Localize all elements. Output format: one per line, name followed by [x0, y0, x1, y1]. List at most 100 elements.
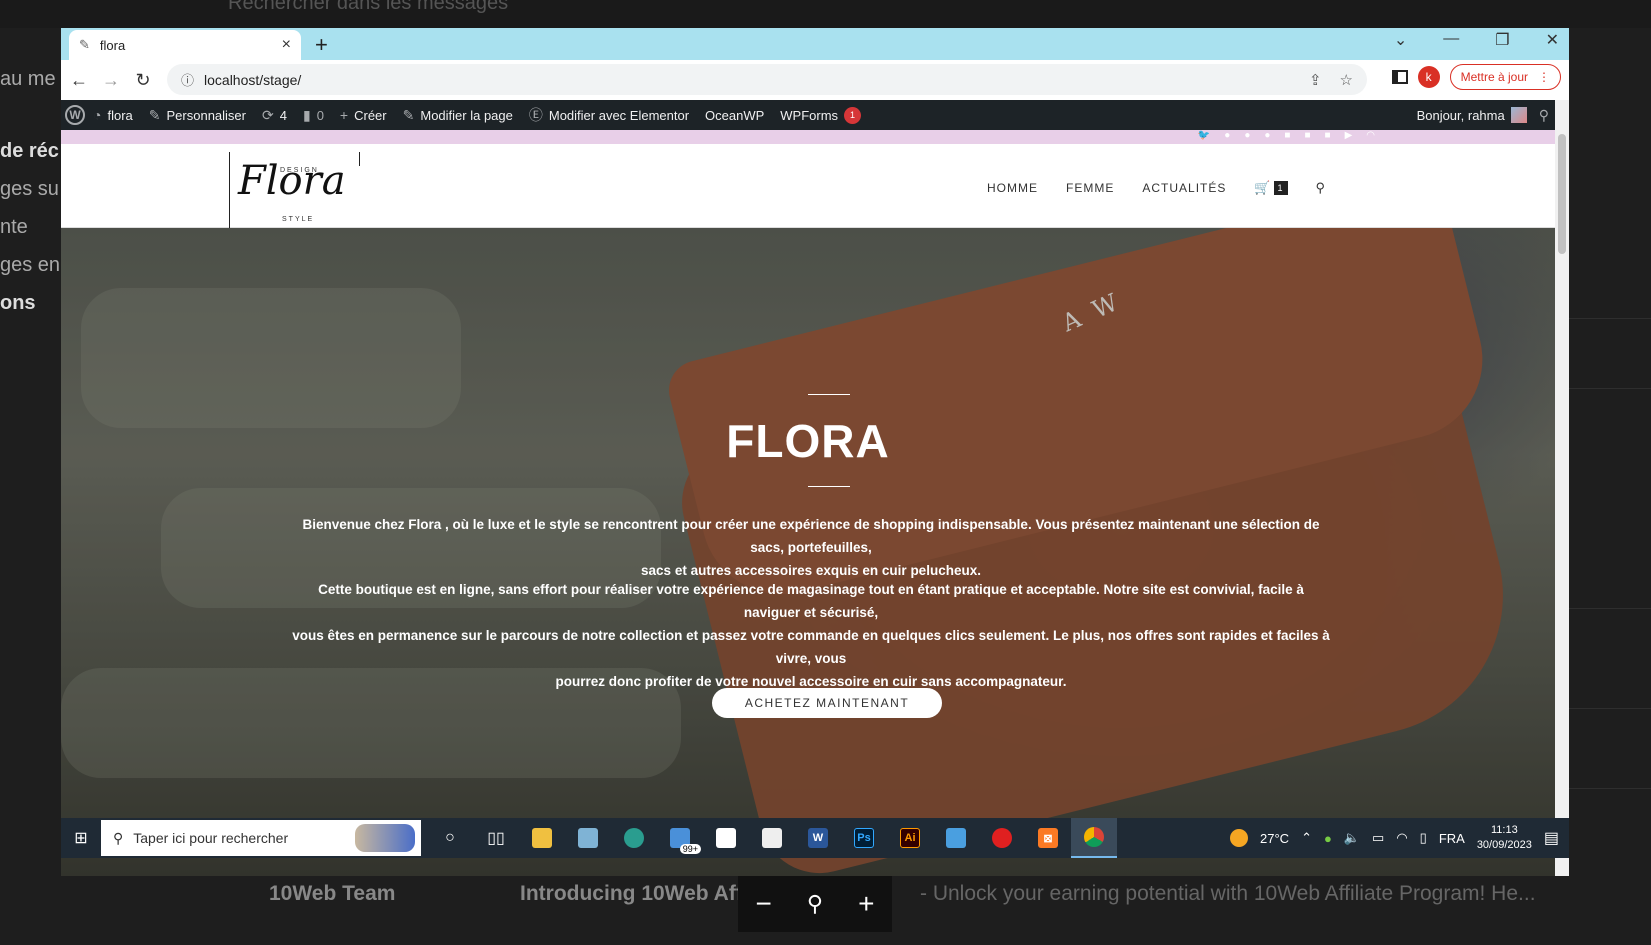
task-view-icon[interactable]: ▯▯: [473, 818, 519, 858]
page-scrollbar[interactable]: [1555, 100, 1569, 876]
site-top-bar: 🐦 ● ● ● ■ ■ ■ ▶ ◠: [61, 130, 1555, 144]
new-tab-icon[interactable]: +: [315, 32, 328, 58]
file-explorer-icon[interactable]: [519, 818, 565, 858]
language-indicator[interactable]: FRA: [1439, 831, 1465, 846]
background-divider: [1568, 708, 1651, 709]
admin-greeting[interactable]: Bonjour, rahma: [1417, 108, 1505, 123]
zoom-out-icon[interactable]: −: [756, 888, 772, 920]
hero-paragraph-1: Bienvenue chez Flora , où le luxe et le …: [291, 513, 1331, 582]
tab-favicon-icon: ✎: [79, 37, 90, 52]
background-right-panel: [1568, 28, 1651, 928]
battery-icon[interactable]: ▭: [1372, 830, 1384, 846]
admin-edit-page-label: Modifier la page: [420, 107, 513, 123]
cortana-icon[interactable]: ○: [427, 818, 473, 858]
photos-icon[interactable]: [933, 818, 979, 858]
store-icon[interactable]: [703, 818, 749, 858]
taskbar-clock[interactable]: 11:13 30/09/2023: [1477, 823, 1532, 853]
admin-oceanwp[interactable]: OceanWP: [697, 108, 772, 123]
youtube-icon[interactable]: ▶: [1345, 130, 1353, 141]
url-text: localhost/stage/: [204, 71, 302, 88]
back-icon[interactable]: ←: [63, 70, 95, 91]
tray-app-icon[interactable]: ●: [1324, 831, 1332, 846]
minimize-icon[interactable]: —: [1443, 30, 1459, 50]
twitter-icon[interactable]: 🐦: [1198, 130, 1210, 141]
admin-comments[interactable]: ▮ 0: [295, 107, 332, 124]
more-menu-icon: ⋮: [1538, 70, 1550, 84]
admin-site-name[interactable]: ◔ flora: [85, 107, 141, 123]
admin-edit-elementor[interactable]: Ⓔ Modifier avec Elementor: [521, 105, 697, 125]
pinterest-icon[interactable]: ●: [1244, 130, 1250, 141]
cart-count: 1: [1273, 181, 1288, 195]
scrollbar-thumb[interactable]: [1558, 134, 1566, 254]
word-icon[interactable]: W: [795, 818, 841, 858]
admin-search-icon[interactable]: ⚲: [1539, 107, 1549, 124]
message-snippet: - Unlock your earning potential with 10W…: [920, 882, 1536, 905]
hero-paragraph-2: Cette boutique est en ligne, sans effort…: [291, 578, 1331, 693]
instagram-icon[interactable]: ■: [1284, 130, 1290, 141]
menu-search-icon[interactable]: ⚲: [1316, 180, 1327, 196]
wifi-icon[interactable]: ◠: [1396, 830, 1407, 846]
admin-edit-page[interactable]: ✎ Modifier la page: [395, 107, 521, 124]
facebook-icon[interactable]: ●: [1224, 130, 1230, 141]
tray-chevron-icon[interactable]: ⌃: [1301, 830, 1312, 846]
tab-close-icon[interactable]: ×: [282, 36, 291, 54]
reload-icon[interactable]: ↻: [127, 70, 159, 91]
background-top-bar: Rechercher dans les messages: [0, 0, 1651, 28]
updates-count: 4: [279, 107, 287, 123]
rss-icon[interactable]: ◠: [1366, 130, 1375, 141]
share-icon[interactable]: ⇪: [1309, 71, 1322, 89]
close-window-icon[interactable]: ✕: [1546, 30, 1559, 50]
restore-icon[interactable]: ❐: [1495, 30, 1509, 50]
admin-site-name-label: flora: [107, 107, 133, 123]
update-button[interactable]: Mettre à jour ⋮: [1449, 64, 1561, 90]
clock-date: 30/09/2023: [1476, 839, 1532, 851]
admin-updates[interactable]: ⟳ 4: [254, 107, 295, 124]
side-panel-icon[interactable]: [1391, 70, 1408, 84]
opera-icon[interactable]: [979, 818, 1025, 858]
volume-icon[interactable]: 🔈: [1344, 830, 1360, 846]
menu-item-femme[interactable]: FEMME: [1066, 181, 1114, 195]
site-info-icon[interactable]: ⓘ: [181, 70, 194, 89]
background-left-panel: au me de réc ges su nte ges en ons: [0, 28, 61, 928]
shop-now-button[interactable]: ACHETEZ MAINTENANT: [712, 688, 942, 718]
menu-item-actualites[interactable]: ACTUALITÉS: [1142, 181, 1226, 195]
windows-start-icon[interactable]: ⊞: [61, 828, 101, 848]
cart-button[interactable]: 🛒 1: [1254, 180, 1288, 196]
notifications-icon[interactable]: ▤: [1544, 828, 1559, 848]
address-bar[interactable]: ⓘ localhost/stage/ ⇪ ☆: [167, 64, 1367, 95]
photoshop-icon[interactable]: Ps: [841, 818, 887, 858]
tab-search-icon[interactable]: ⌄: [1394, 30, 1407, 50]
xampp-icon[interactable]: ⊠: [1025, 818, 1071, 858]
site-logo[interactable]: DESIGN Flora STYLE: [229, 152, 361, 228]
edge-icon[interactable]: [611, 818, 657, 858]
browser-tab[interactable]: ✎ flora ×: [69, 30, 301, 60]
forward-icon[interactable]: →: [95, 70, 127, 91]
mail-icon[interactable]: 99+: [657, 818, 703, 858]
admin-new[interactable]: + Créer: [332, 107, 395, 123]
device-icon[interactable]: ▯: [1420, 830, 1427, 846]
tab-title: flora: [99, 37, 126, 53]
plus-icon: +: [339, 107, 349, 123]
taskbar-search[interactable]: ⚲ Taper ici pour rechercher: [101, 820, 421, 856]
bookmark-star-icon[interactable]: ☆: [1340, 71, 1353, 89]
wordpress-logo-icon[interactable]: W: [65, 105, 85, 125]
profile-avatar[interactable]: k: [1417, 66, 1440, 88]
linkedin-icon[interactable]: ■: [1304, 130, 1310, 141]
chrome-icon[interactable]: [1071, 818, 1117, 858]
site-header: DESIGN Flora STYLE HOMME FEMME ACTUALITÉ…: [61, 144, 1555, 228]
weather-sun-icon[interactable]: [1230, 829, 1249, 847]
flickr-icon[interactable]: ■: [1325, 130, 1331, 141]
menu-item-homme[interactable]: HOMME: [987, 181, 1038, 195]
weather-temp[interactable]: 27°C: [1260, 831, 1289, 846]
admin-customize[interactable]: ✎ Personnaliser: [141, 107, 254, 124]
document-icon[interactable]: [749, 818, 795, 858]
logo-script-text: Flora: [238, 158, 346, 204]
zoom-in-icon[interactable]: +: [858, 888, 874, 920]
cart-icon: 🛒: [1254, 180, 1272, 195]
user-avatar[interactable]: [1510, 107, 1527, 123]
notes-app-icon[interactable]: [565, 818, 611, 858]
dribbble-icon[interactable]: ●: [1264, 130, 1270, 141]
illustrator-icon[interactable]: Ai: [887, 818, 933, 858]
zoom-icon[interactable]: ⚲: [807, 891, 823, 917]
admin-wpforms[interactable]: WPForms 1: [772, 106, 869, 124]
